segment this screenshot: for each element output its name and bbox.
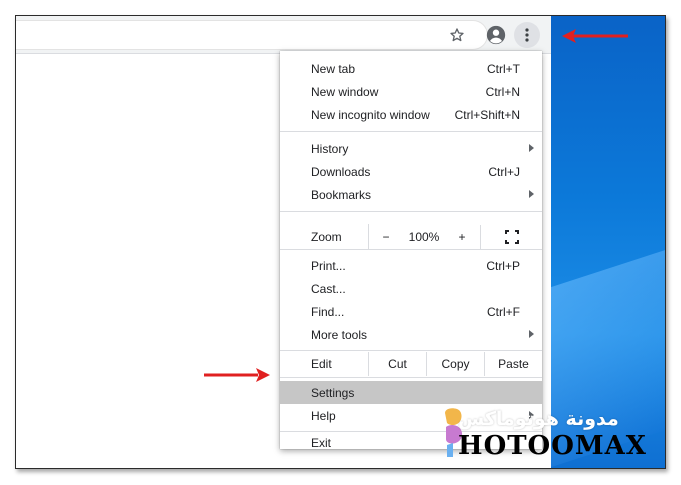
menu-divider [280, 249, 542, 250]
menu-item-more-tools[interactable]: More tools [280, 323, 542, 346]
menu-item-label: New tab [311, 61, 356, 76]
menu-item-shortcut: Ctrl+P [486, 258, 520, 273]
menu-item-bookmarks[interactable]: Bookmarks [280, 183, 542, 206]
menu-item-label: Downloads [311, 164, 371, 179]
menu-item-cast[interactable]: Cast... [280, 277, 542, 300]
menu-item-label: Find... [311, 304, 345, 319]
menu-item-label: Cast... [311, 281, 346, 296]
zoom-in-button[interactable]: + [444, 225, 480, 249]
menu-item-shortcut: Ctrl+Shift+N [454, 107, 520, 122]
menu-item-new-incognito-window[interactable]: New incognito window Ctrl+Shift+N [280, 103, 542, 126]
menu-item-print[interactable]: Print... Ctrl+P [280, 254, 542, 277]
desktop-background [551, 16, 665, 468]
menu-divider [280, 131, 542, 132]
chrome-menu-button[interactable] [514, 22, 540, 48]
menu-item-label: Bookmarks [311, 187, 372, 202]
menu-item-label: Settings [311, 385, 355, 400]
submenu-arrow-icon [529, 190, 534, 198]
zoom-cell-divider [368, 224, 369, 249]
profile-button[interactable] [483, 22, 509, 48]
fullscreen-icon [504, 230, 519, 244]
zoom-out-button[interactable]: − [368, 225, 404, 249]
screenshot-frame: New tab Ctrl+T New window Ctrl+N New inc… [15, 15, 666, 469]
watermark-latin-text: HOTOOMAX [458, 431, 647, 461]
submenu-arrow-icon [529, 144, 534, 152]
zoom-label: Zoom [311, 230, 342, 244]
menu-item-history[interactable]: History [280, 137, 542, 160]
menu-item-new-tab[interactable]: New tab Ctrl+T [280, 57, 542, 80]
menu-item-downloads[interactable]: Downloads Ctrl+J [280, 160, 542, 183]
watermark-arabic-text: مدونة هوتوماكس [458, 408, 619, 430]
paste-button[interactable]: Paste [484, 352, 542, 376]
menu-item-label: New window [311, 84, 379, 99]
cut-button[interactable]: Cut [368, 352, 426, 376]
menu-divider [280, 211, 542, 212]
watermark-logo: مدونة هوتوماكس HOTOOMAX [440, 405, 666, 465]
annotation-arrow-menu-icon [562, 29, 628, 43]
submenu-arrow-icon [529, 330, 534, 338]
copy-label: Copy [441, 357, 470, 371]
zoom-out-label: − [382, 230, 390, 244]
address-bar[interactable] [16, 20, 488, 50]
account-icon [486, 25, 506, 45]
menu-item-settings[interactable]: Settings [280, 381, 542, 404]
annotation-arrow-settings-icon [204, 368, 270, 382]
menu-item-label: Help [311, 408, 336, 423]
menu-item-shortcut: Ctrl+F [487, 304, 520, 319]
menu-item-shortcut: Ctrl+J [488, 164, 520, 179]
edit-label: Edit [311, 357, 332, 371]
menu-item-new-window[interactable]: New window Ctrl+N [280, 80, 542, 103]
star-icon [450, 28, 464, 42]
menu-item-label: Print... [311, 258, 346, 273]
menu-item-label: Exit [311, 436, 332, 450]
menu-item-label: More tools [311, 327, 368, 342]
bookmark-star-button[interactable] [444, 22, 470, 48]
copy-button[interactable]: Copy [426, 352, 484, 376]
menu-divider [280, 377, 542, 378]
menu-item-shortcut: Ctrl+N [485, 84, 520, 99]
menu-item-label: History [311, 141, 349, 156]
cut-label: Cut [388, 357, 407, 371]
menu-item-find[interactable]: Find... Ctrl+F [280, 300, 542, 323]
fullscreen-button[interactable] [480, 225, 542, 249]
menu-item-shortcut: Ctrl+T [487, 61, 520, 76]
menu-row-edit: Edit Cut Copy Paste [280, 352, 542, 376]
chrome-main-menu: New tab Ctrl+T New window Ctrl+N New inc… [280, 51, 542, 450]
zoom-level: 100% [404, 225, 444, 249]
zoom-level-value: 100% [408, 230, 440, 244]
menu-row-zoom: Zoom − 100% + [280, 225, 542, 249]
browser-toolbar [16, 16, 551, 54]
more-vert-icon [525, 28, 529, 42]
menu-divider [280, 350, 542, 351]
zoom-in-label: + [458, 230, 466, 244]
paste-label: Paste [498, 357, 529, 371]
menu-item-label: New incognito window [311, 107, 430, 122]
